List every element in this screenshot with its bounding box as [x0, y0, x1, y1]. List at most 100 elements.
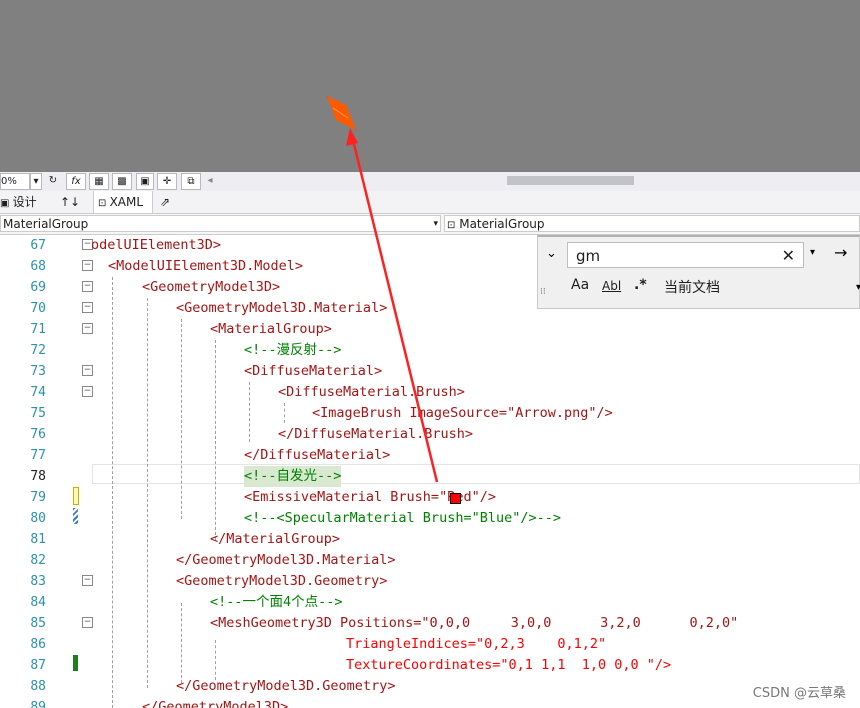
- line-number: 75: [30, 406, 46, 421]
- code-line: 87 TextureCoordinates="0,1 1,1 1,0 0,0 "…: [0, 655, 860, 676]
- tab-design[interactable]: ▣ 设计: [0, 191, 42, 213]
- zoom-combobox[interactable]: 0%: [0, 173, 30, 190]
- clear-icon[interactable]: ✕: [782, 243, 795, 269]
- element-selector-right-value: MaterialGroup: [459, 217, 545, 231]
- grid-icon[interactable]: ▦: [89, 173, 109, 190]
- snap-grid-icon[interactable]: ▩: [112, 173, 132, 190]
- code-text: </DiffuseMaterial>: [244, 447, 391, 463]
- line-number: 79: [30, 490, 46, 505]
- line-number: 74: [30, 385, 46, 400]
- code-line: 86 TriangleIndices="0,2,3 0,1,2": [0, 634, 860, 655]
- match-case-toggle[interactable]: Aa: [571, 277, 589, 293]
- code-text: </GeometryModel3D.Material>: [176, 552, 396, 568]
- watermark: CSDN @云草桑: [752, 686, 846, 701]
- code-text: <ImageBrush ImageSource="Arrow.png"/>: [312, 405, 613, 421]
- swap-panes-icon: ↑↓: [60, 195, 81, 209]
- drag-handle-icon[interactable]: ⁞⁞: [540, 287, 546, 297]
- line-number: 71: [30, 322, 46, 337]
- code-line: 81 </MaterialGroup>: [0, 529, 860, 550]
- code-text: </GeometryModel3D>: [142, 699, 289, 708]
- line-number: 76: [30, 427, 46, 442]
- view-tabs: ▣ 设计 ↑↓ ⊡ XAML ⇗: [0, 191, 860, 214]
- refresh-icon[interactable]: ↻: [46, 173, 60, 188]
- line-number: 68: [30, 259, 46, 274]
- code-text: <GeometryModel3D.Geometry>: [176, 573, 388, 589]
- zoom-dropdown-arrow[interactable]: ▾: [30, 173, 42, 190]
- match-case-icon: Aa: [571, 277, 590, 293]
- whole-word-toggle[interactable]: Abl: [602, 279, 621, 293]
- device-icon[interactable]: ⧉: [181, 173, 201, 190]
- line-number: 70: [30, 301, 46, 316]
- design-tab-label: 设计: [12, 195, 37, 209]
- horizontal-scrollbar-thumb[interactable]: [507, 176, 634, 185]
- code-attribute: TextureCoordinates="0,1 1,1 1,0 0,0 "/>: [346, 657, 672, 673]
- whole-word-icon: Abl: [602, 279, 622, 293]
- snap-lines-icon[interactable]: ✛: [157, 173, 177, 190]
- swap-panes-button[interactable]: ↑↓: [60, 191, 81, 213]
- orange-plane-model: [326, 95, 357, 131]
- code-text: <ModelUIElement3D.Model>: [108, 258, 304, 274]
- zoom-value: 0%: [1, 176, 17, 187]
- line-number: 87: [30, 658, 46, 673]
- line-number: 72: [30, 343, 46, 358]
- line-number: 89: [30, 700, 46, 708]
- fx-button[interactable]: fx: [66, 173, 86, 190]
- code-text: <MaterialGroup>: [210, 321, 332, 337]
- line-number: 84: [30, 595, 46, 610]
- xaml-tab-label: XAML: [109, 195, 144, 209]
- chevron-down-icon[interactable]: ⌄: [546, 246, 557, 261]
- line-number: 86: [30, 637, 46, 652]
- popout-icon[interactable]: ⇗: [160, 191, 174, 213]
- code-comment: <!--自发光-->: [244, 466, 342, 487]
- code-line: 73 <DiffuseMaterial>: [0, 361, 860, 382]
- code-line: 82 </GeometryModel3D.Material>: [0, 550, 860, 571]
- code-line: 88 </GeometryModel3D.Geometry>: [0, 676, 860, 697]
- code-comment: <!--一个面4个点-->: [210, 594, 343, 610]
- code-line: 89 </GeometryModel3D>: [0, 697, 860, 708]
- line-number: 69: [30, 280, 46, 295]
- code-line: 83 <GeometryModel3D.Geometry>: [0, 571, 860, 592]
- code-text: <DiffuseMaterial>: [244, 363, 383, 379]
- element-selector-left-value: MaterialGroup: [3, 217, 89, 231]
- find-input[interactable]: gm ✕: [567, 242, 804, 268]
- regex-icon: .*: [634, 277, 647, 293]
- line-number: 80: [30, 511, 46, 526]
- code-text: <GeometryModel3D.Material>: [176, 300, 388, 316]
- history-dropdown-icon[interactable]: ▾: [810, 247, 815, 258]
- navigation-bar: MaterialGroup ▾ ⊡ MaterialGroup: [0, 214, 860, 235]
- find-next-icon[interactable]: →: [834, 243, 847, 262]
- code-text: </MaterialGroup>: [210, 531, 341, 547]
- design-preview-viewport[interactable]: [0, 0, 860, 172]
- design-tab-icon: ▣: [0, 198, 13, 209]
- code-line: 84 <!--一个面4个点-->: [0, 592, 860, 613]
- element-selector-left[interactable]: MaterialGroup ▾: [0, 215, 441, 232]
- line-number: 67: [30, 238, 46, 253]
- code-line: 71 <MaterialGroup>: [0, 319, 860, 340]
- element-selector-right[interactable]: ⊡ MaterialGroup: [444, 215, 860, 232]
- chevron-down-icon: ▾: [433, 219, 438, 229]
- code-line: 72 <!--漫反射-->: [0, 340, 860, 361]
- search-scope-label: 当前文档: [664, 280, 720, 296]
- code-line: 79 <EmissiveMaterial Brush="Red"/>: [0, 487, 860, 508]
- line-number: 73: [30, 364, 46, 379]
- code-line: 85 <MeshGeometry3D Positions="0,0,0 3,0,…: [0, 613, 860, 634]
- code-text: </DiffuseMaterial.Brush>: [278, 426, 474, 442]
- code-line-current: 78 <!--自发光-->: [0, 466, 860, 487]
- code-attribute: TriangleIndices="0,2,3 0,1,2": [346, 636, 607, 652]
- scroll-left-icon[interactable]: ◂: [205, 173, 215, 188]
- code-line: 76 </DiffuseMaterial.Brush>: [0, 424, 860, 445]
- code-line: 80 <!--<SpecularMaterial Brush="Blue"/>-…: [0, 508, 860, 529]
- regex-toggle[interactable]: .*: [634, 277, 647, 293]
- line-number: 78: [30, 469, 46, 484]
- fx-label: fx: [71, 176, 81, 187]
- red-color-swatch[interactable]: [450, 493, 461, 504]
- line-number: 82: [30, 553, 46, 568]
- code-line: 75 <ImageBrush ImageSource="Arrow.png"/>: [0, 403, 860, 424]
- tab-xaml[interactable]: ⊡ XAML: [93, 191, 153, 213]
- search-scope-selector[interactable]: 当前文档: [664, 277, 720, 297]
- artboard-icon[interactable]: ▣: [136, 173, 154, 190]
- scope-dropdown-icon[interactable]: ▾: [856, 282, 860, 293]
- code-text: <DiffuseMaterial.Brush>: [278, 384, 465, 400]
- find-widget: ⌄ gm ✕ ▾ → ⁞⁞ Aa Abl .* 当前文档 ▾: [537, 235, 860, 309]
- code-line: 77 </DiffuseMaterial>: [0, 445, 860, 466]
